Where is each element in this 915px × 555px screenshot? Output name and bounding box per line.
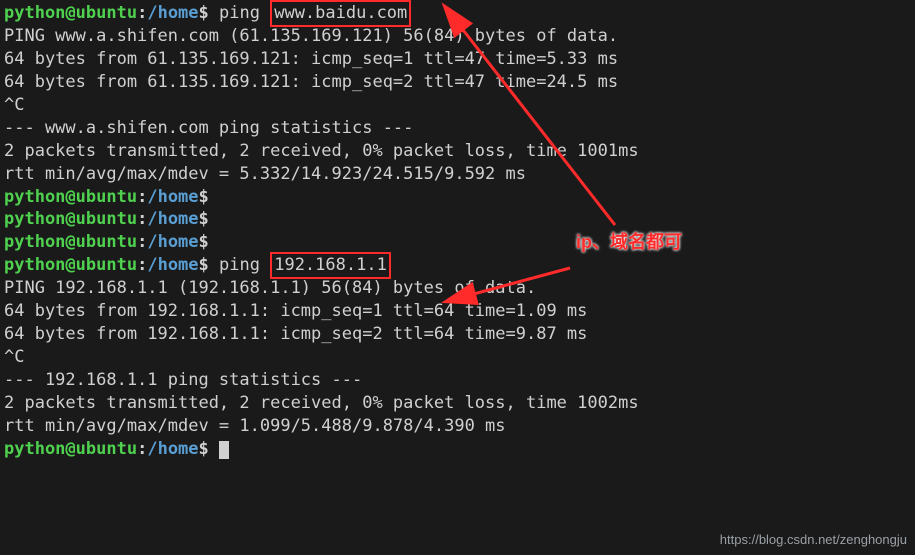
watermark: https://blog.csdn.net/zenghongju [720, 531, 907, 549]
arrow-icon [0, 0, 915, 555]
